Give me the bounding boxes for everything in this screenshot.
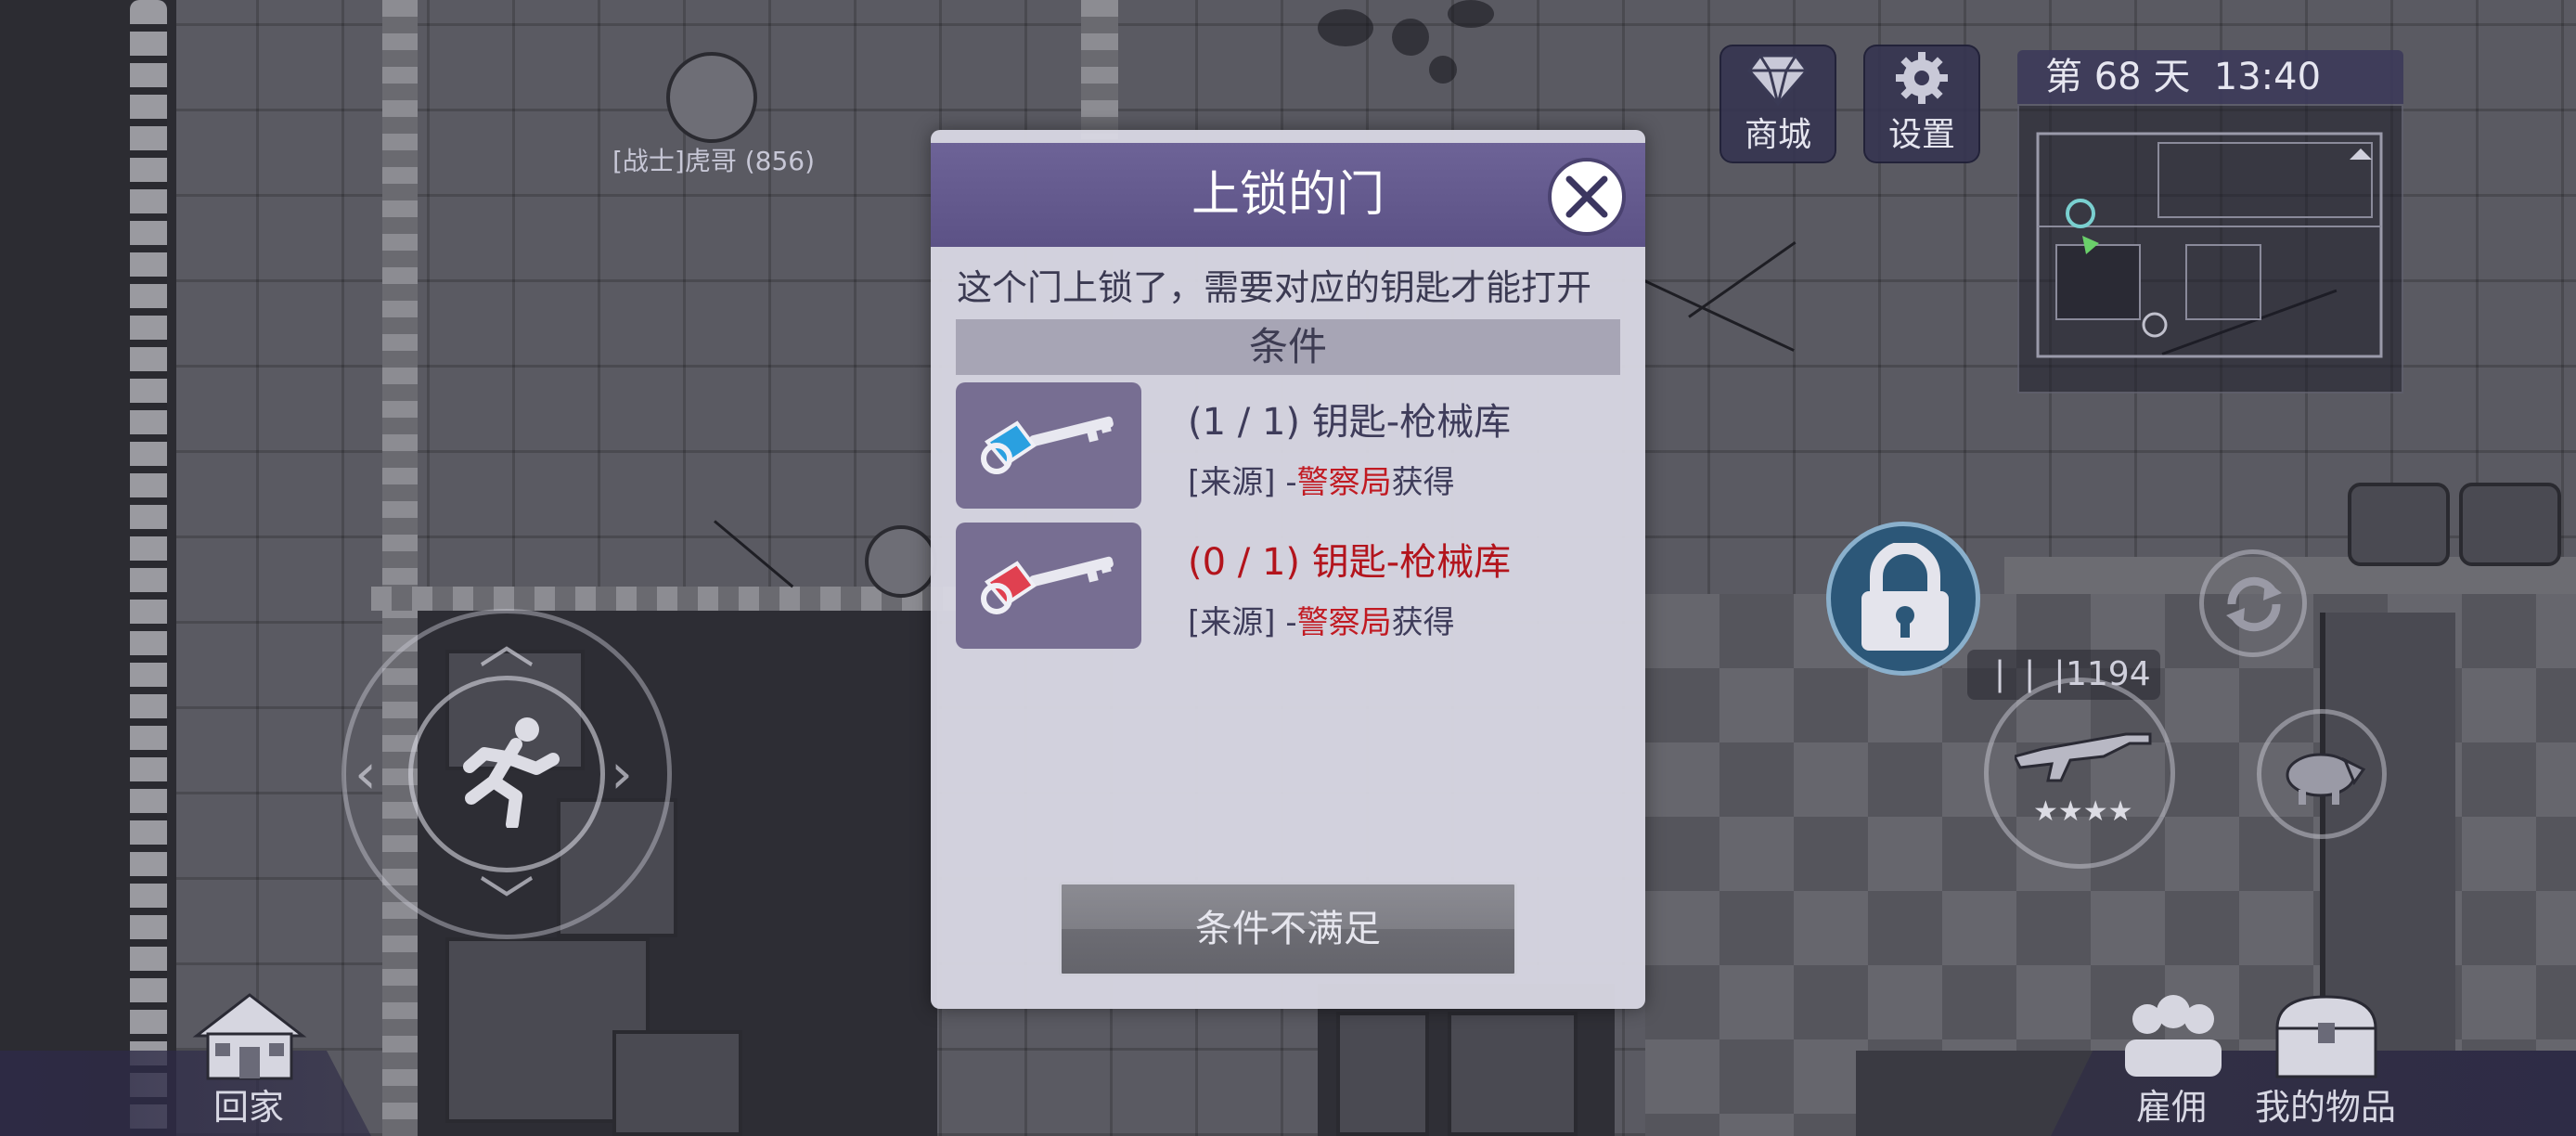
dpad-left-icon[interactable]: ‹ (354, 746, 377, 802)
wall-chain (130, 0, 167, 1136)
hire-button[interactable] (2119, 991, 2227, 1080)
source-suffix: 获得 (1391, 604, 1455, 641)
inventory-button[interactable] (2272, 991, 2381, 1080)
blue-key-icon (981, 416, 1114, 474)
boar-icon (2286, 753, 2365, 805)
minimap[interactable] (2017, 104, 2403, 394)
pillar (1081, 0, 1118, 139)
seat (2459, 483, 2561, 566)
settings-label: 设置 (1887, 116, 1955, 154)
close-icon (1565, 175, 1608, 218)
hire-label: 雇佣 (2136, 1087, 2208, 1128)
day-time-display: 第 68 天 13:40 (2017, 50, 2403, 104)
source-prefix: [来源] - (1188, 464, 1297, 501)
inventory-label: 我的物品 (2255, 1087, 2397, 1128)
requirement-source: [来源] -警察局获得 (1188, 597, 1455, 642)
crate (1336, 1012, 1429, 1136)
locked-door-dialog: 上锁的门 这个门上锁了，需要对应的钥匙才能打开 条件 (1 / 1) 钥匙-枪械… (931, 130, 1645, 1009)
swap-weapon-button[interactable] (2199, 549, 2307, 657)
door-lock-button[interactable] (1826, 522, 1980, 676)
requirement-title: (0 / 1) 钥匙-枪械库 (1188, 541, 1512, 584)
running-icon (463, 717, 560, 828)
dpad-up-icon[interactable]: ︿ (479, 616, 535, 672)
ledge-stripe (371, 587, 965, 611)
diamond-icon (1747, 54, 1809, 106)
source-location: 警察局 (1296, 604, 1392, 641)
floor-crack (714, 520, 794, 588)
debris (1448, 0, 1494, 28)
padlock-icon (1861, 543, 1949, 651)
shop-label: 商城 (1744, 116, 1811, 154)
dialog-description: 这个门上锁了，需要对应的钥匙才能打开 (957, 267, 1592, 308)
rifle-icon (2015, 732, 2152, 782)
home-label: 回家 (213, 1087, 285, 1128)
refresh-icon (2226, 576, 2282, 632)
settings-button[interactable]: 设置 (1863, 45, 1980, 163)
crate (1448, 1012, 1578, 1136)
debris (1429, 56, 1457, 84)
source-prefix: [来源] - (1188, 604, 1297, 641)
close-button[interactable] (1548, 158, 1626, 236)
wall-stripe (382, 0, 418, 1136)
npc-character[interactable] (666, 52, 757, 143)
shop-button[interactable]: 商城 (1719, 45, 1836, 163)
enemy-zombie[interactable] (865, 525, 937, 598)
pet-button[interactable] (2257, 709, 2387, 839)
weapon-stars: ★★★★ (2033, 795, 2133, 828)
key-item-slot[interactable] (956, 523, 1141, 649)
seat (2348, 483, 2450, 566)
dialog-header: 上锁的门 (931, 143, 1645, 247)
requirement-title: (1 / 1) 钥匙-枪械库 (1188, 401, 1512, 444)
house-icon (192, 993, 307, 1080)
requirement-row: (1 / 1) 钥匙-枪械库 [来源] -警察局获得 (956, 382, 1620, 510)
debris (1318, 9, 1373, 46)
debris (1392, 19, 1429, 56)
floor-crack (1688, 240, 1797, 318)
weapon-button[interactable]: ★★★★ (1984, 678, 2175, 869)
bottom-bar-left (0, 1051, 371, 1136)
crate (612, 1030, 742, 1136)
home-button[interactable] (189, 989, 310, 1082)
conditions-header: 条件 (956, 319, 1620, 375)
chest-icon (2275, 995, 2377, 1078)
requirement-row: (0 / 1) 钥匙-枪械库 [来源] -警察局获得 (956, 523, 1620, 651)
conditions-not-met-button[interactable]: 条件不满足 (1059, 882, 1517, 976)
mercenary-icon (2125, 995, 2222, 1077)
dialog-title: 上锁的门 (1191, 167, 1385, 223)
gear-icon (1896, 52, 1948, 104)
dpad-right-icon[interactable]: › (611, 746, 633, 802)
key-item-slot[interactable] (956, 382, 1141, 509)
floor-crack (1642, 278, 1795, 352)
npc-name-tag: [战士]虎哥 (856) (612, 146, 816, 176)
minimap-map (2036, 132, 2383, 358)
source-suffix: 获得 (1391, 464, 1455, 501)
requirement-source: [来源] -警察局获得 (1188, 457, 1455, 502)
source-location: 警察局 (1296, 464, 1392, 501)
dpad-down-icon[interactable]: ﹀ (479, 876, 535, 932)
red-key-icon (981, 556, 1114, 614)
